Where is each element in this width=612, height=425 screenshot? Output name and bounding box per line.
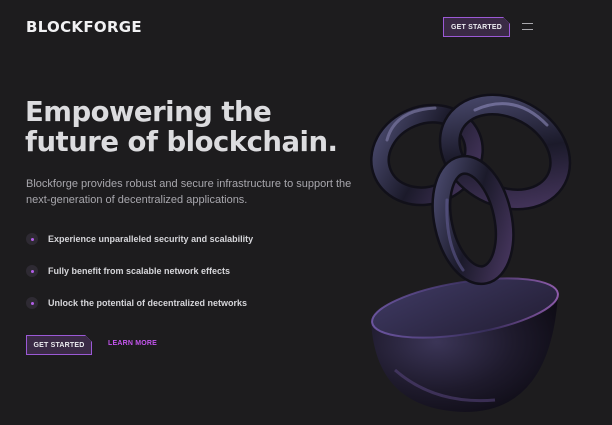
dot-bullet-icon	[26, 233, 38, 245]
chain-rings	[370, 93, 572, 286]
header-get-started-button[interactable]: GET STARTED	[443, 17, 510, 37]
hero-title: Empowering the future of blockchain.	[25, 97, 365, 157]
brand-logo[interactable]: BLOCKFORGE	[26, 18, 142, 36]
hero-title-line-2: future of blockchain.	[25, 126, 338, 158]
hero-get-started-button[interactable]: GET STARTED	[26, 335, 92, 355]
feature-list: Experience unparalleled security and sca…	[26, 231, 253, 327]
hamburger-menu-icon[interactable]	[522, 23, 533, 30]
feature-item: Experience unparalleled security and sca…	[26, 231, 253, 247]
feature-item: Unlock the potential of decentralized ne…	[26, 295, 253, 311]
feature-item: Fully benefit from scalable network effe…	[26, 263, 253, 279]
hero-title-line-1: Empowering the	[25, 96, 272, 128]
dot-bullet-icon	[26, 265, 38, 277]
feature-text: Unlock the potential of decentralized ne…	[48, 298, 248, 308]
dot-bullet-icon	[26, 297, 38, 309]
feature-text: Fully benefit from scalable network effe…	[48, 266, 231, 276]
feature-text: Experience unparalleled security and sca…	[48, 234, 254, 244]
hero-3d-chain-illustration	[370, 93, 572, 412]
learn-more-link[interactable]: LEARN MORE	[108, 340, 157, 347]
landing-page: BLOCKFORGE GET STARTED Empowering the fu…	[0, 0, 612, 425]
hero-description: Blockforge provides robust and secure in…	[26, 178, 352, 206]
